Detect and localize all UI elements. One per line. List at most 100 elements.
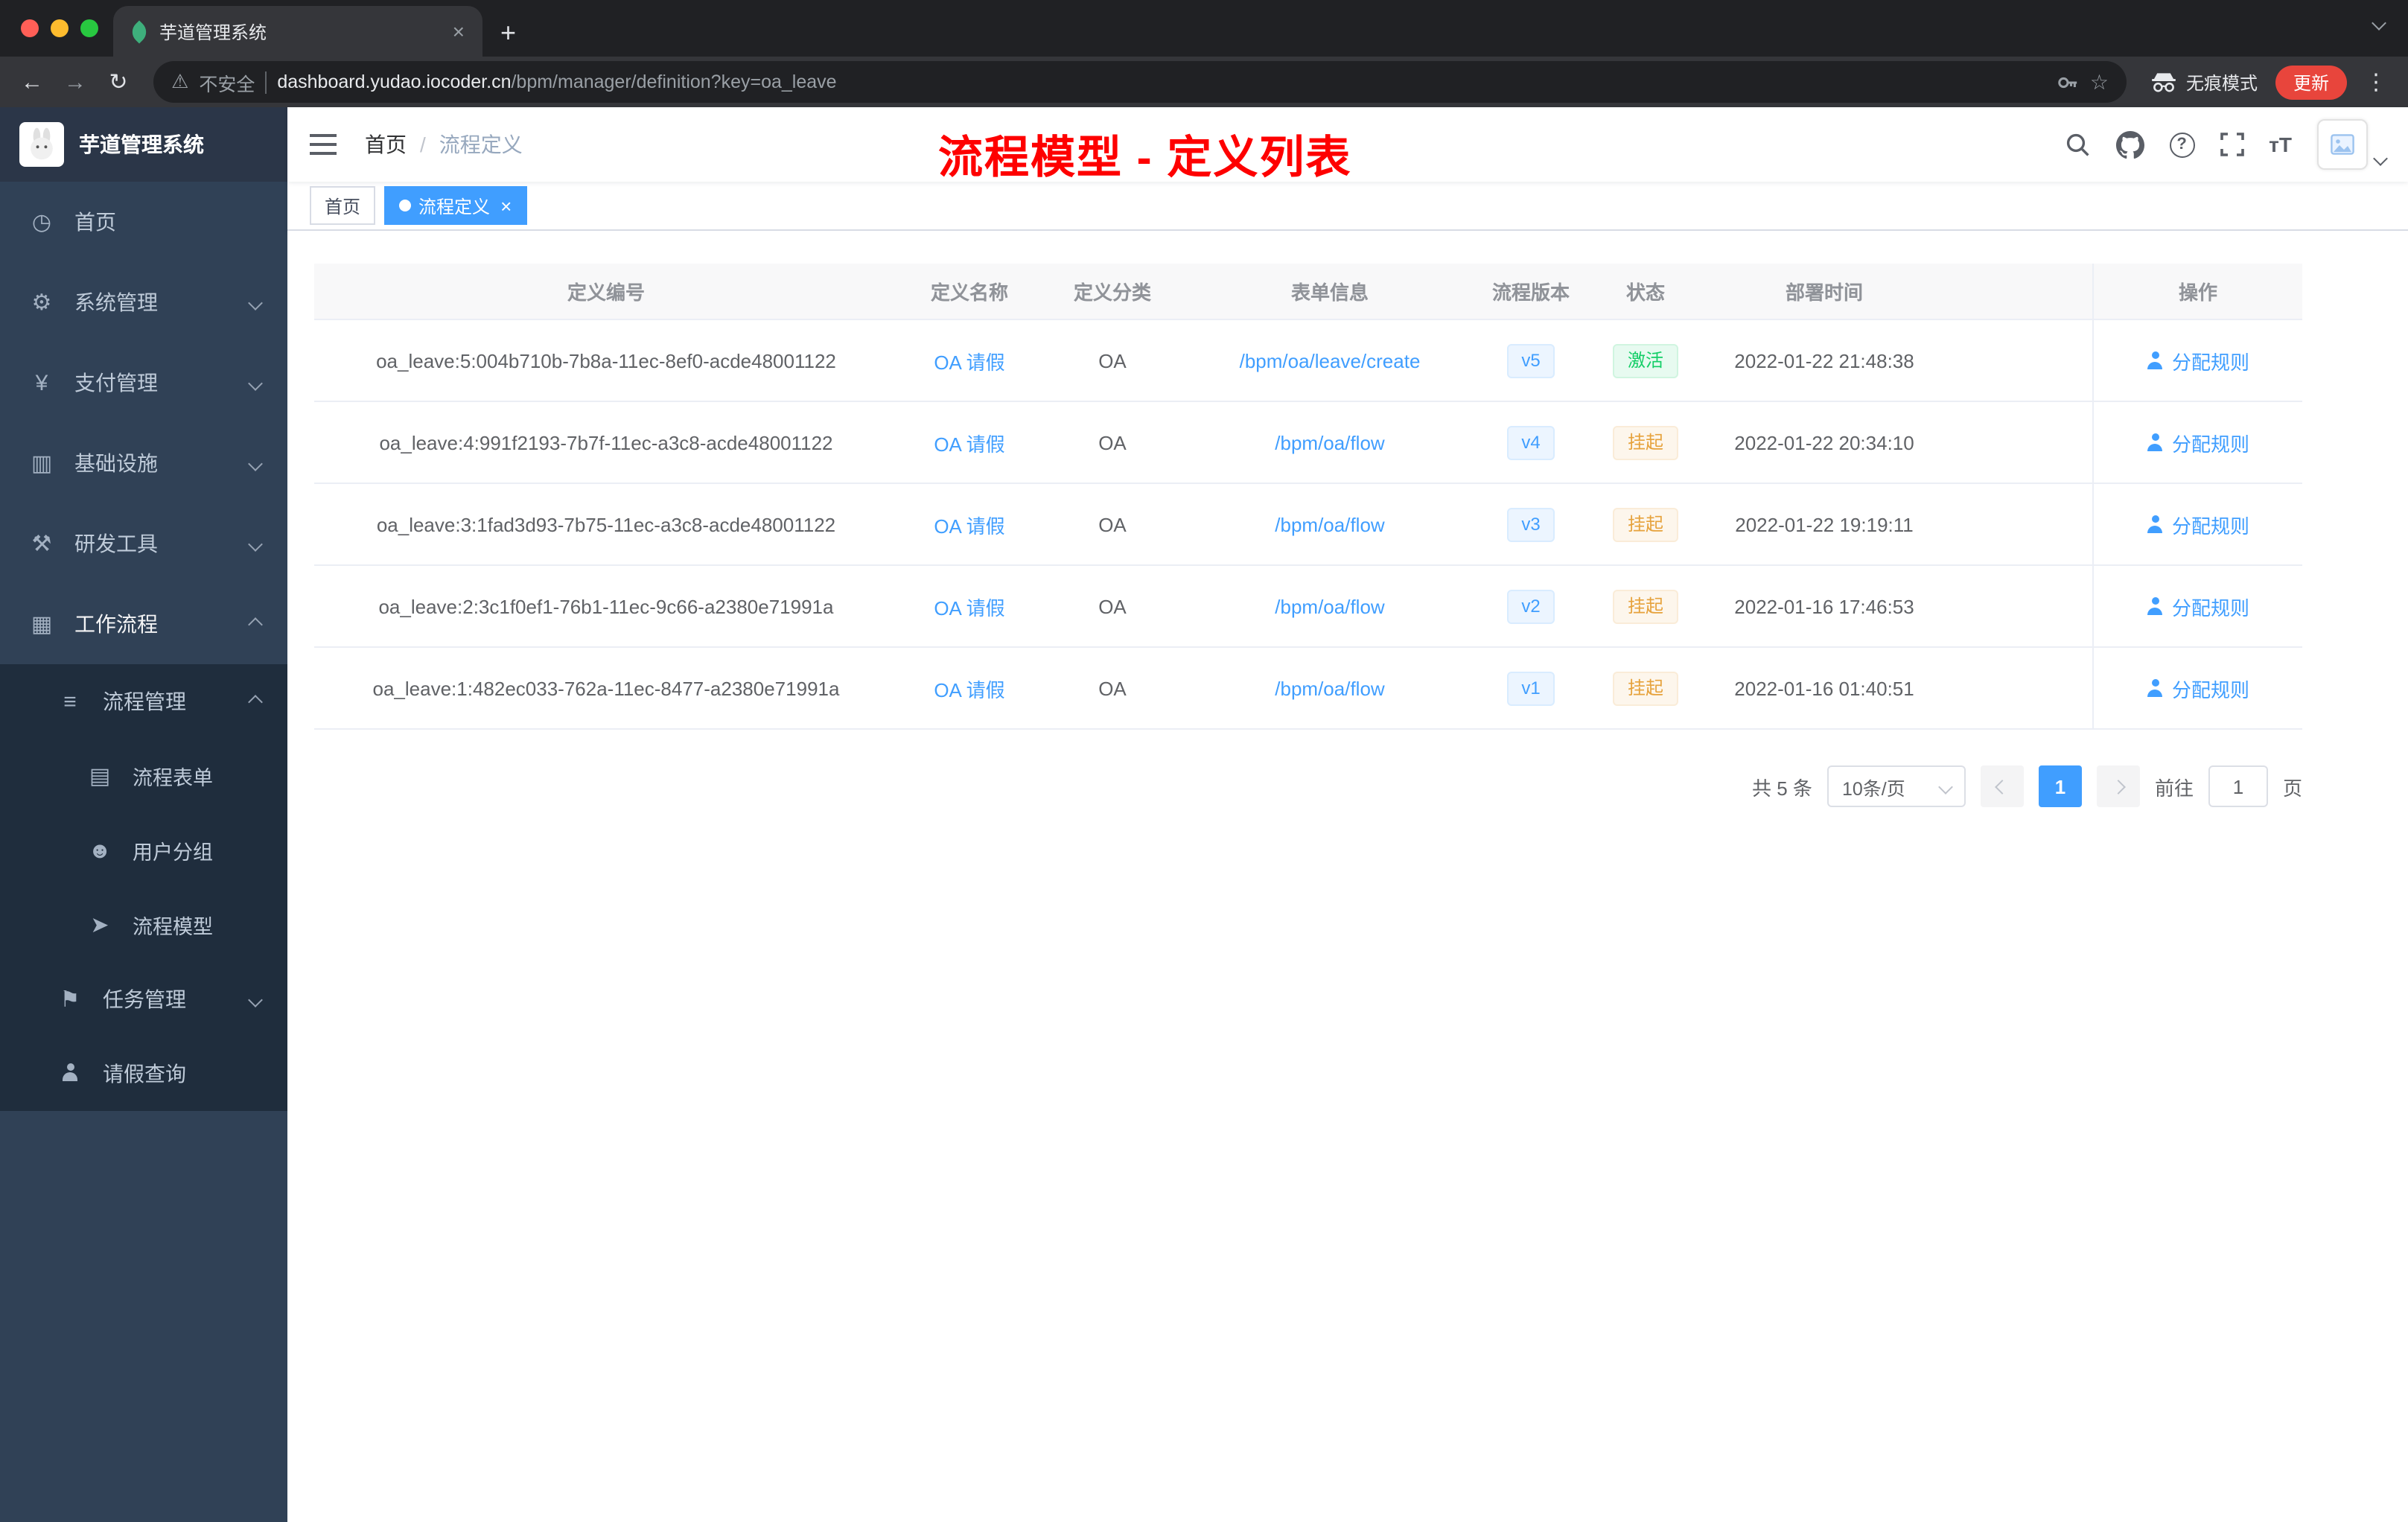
sidebar-item-task-management[interactable]: ⚑ 任务管理: [0, 962, 287, 1037]
tag-home[interactable]: 首页: [310, 186, 376, 225]
tag-label: 首页: [325, 196, 361, 217]
goto-page-input[interactable]: [2208, 765, 2268, 807]
definition-table: 定义编号 定义名称 定义分类 表单信息 流程版本 状态 部署时间 操作 oa_l…: [314, 264, 2302, 730]
breadcrumb-home[interactable]: 首页: [365, 130, 407, 159]
cell-spacer: [1943, 566, 2092, 646]
sidebar-item-devtools[interactable]: ⚒ 研发工具: [0, 503, 287, 584]
browser-tab[interactable]: 芋道管理系统 ×: [113, 6, 482, 57]
user-menu[interactable]: [2317, 119, 2388, 170]
sidebar-item-workflow[interactable]: ▦ 工作流程: [0, 584, 287, 664]
next-page-button[interactable]: [2096, 765, 2140, 807]
definition-name-link[interactable]: OA 请假: [934, 428, 1004, 456]
cell-actions: 分配规则: [2092, 484, 2302, 564]
definition-name-link[interactable]: OA 请假: [934, 510, 1004, 538]
sidebar-item-user-group[interactable]: ☻ 用户分组: [0, 813, 287, 888]
browser-tab-bar: 芋道管理系统 × +: [0, 0, 2408, 57]
fullscreen-icon[interactable]: [2220, 133, 2243, 156]
tools-icon: ⚒: [31, 532, 52, 557]
github-icon[interactable]: [2115, 130, 2144, 159]
sidebar-item-label: 任务管理: [103, 987, 186, 1011]
back-button[interactable]: ←: [12, 62, 52, 102]
form-link[interactable]: /bpm/oa/flow: [1275, 431, 1384, 453]
user-group-icon: ☻: [88, 838, 112, 863]
assign-rule-label: 分配规则: [2171, 678, 2249, 701]
form-link[interactable]: /bpm/oa/flow: [1275, 677, 1384, 699]
cell-form-info: /bpm/oa/flow: [1184, 648, 1476, 728]
prev-page-button[interactable]: [1980, 765, 2024, 807]
key-icon[interactable]: [2057, 71, 2080, 93]
paper-plane-icon: ➤: [90, 913, 109, 938]
search-icon[interactable]: [2063, 131, 2090, 158]
sidebar-item-infrastructure[interactable]: ▥ 基础设施: [0, 423, 287, 503]
cell-definition-name: OA 请假: [898, 648, 1041, 728]
person-icon: [57, 1061, 83, 1086]
cell-actions: 分配规则: [2092, 402, 2302, 483]
sidebar-item-leave-query[interactable]: 请假查询: [0, 1037, 287, 1111]
form-link[interactable]: /bpm/oa/flow: [1275, 513, 1384, 535]
chevron-up-icon: [248, 694, 263, 709]
bookmark-star-icon[interactable]: ☆: [2090, 69, 2109, 95]
tab-search-chevron-icon[interactable]: [2372, 9, 2386, 36]
address-bar[interactable]: ⚠ 不安全 dashboard.yudao.iocoder.cn/bpm/man…: [153, 61, 2127, 103]
url-host: dashboard.yudao.iocoder.cn: [277, 71, 512, 92]
tag-label: 流程定义: [418, 196, 491, 217]
assign-rule-link[interactable]: 分配规则: [2147, 346, 2249, 375]
definition-name-link[interactable]: OA 请假: [934, 674, 1004, 702]
cell-status: 挂起: [1586, 566, 1705, 646]
avatar[interactable]: [2317, 119, 2368, 170]
definition-name-link[interactable]: OA 请假: [934, 592, 1004, 620]
breadcrumb-current: 流程定义: [439, 133, 523, 156]
not-secure-label[interactable]: 不安全: [199, 68, 255, 96]
cell-version: v2: [1476, 566, 1586, 646]
update-button[interactable]: 更新: [2275, 65, 2347, 99]
cell-definition-id: oa_leave:1:482ec033-762a-11ec-8477-a2380…: [372, 677, 840, 699]
sidebar-item-system[interactable]: ⚙ 系统管理: [0, 262, 287, 343]
assign-rule-link[interactable]: 分配规则: [2147, 674, 2249, 702]
form-link[interactable]: /bpm/oa/leave/create: [1240, 349, 1421, 372]
version-badge: v1: [1506, 671, 1555, 705]
assign-rule-link[interactable]: 分配规则: [2147, 592, 2249, 620]
sidebar-item-process-model[interactable]: ➤ 流程模型: [0, 888, 287, 962]
reload-button[interactable]: ↻: [98, 62, 138, 102]
dashboard-icon: ◷: [31, 210, 52, 235]
definition-name-link[interactable]: OA 请假: [934, 346, 1004, 375]
assign-rule-link[interactable]: 分配规则: [2147, 428, 2249, 456]
table-row: oa_leave:3:1fad3d93-7b75-11ec-a3c8-acde4…: [314, 484, 2302, 566]
sidebar-item-process-form[interactable]: ▤ 流程表单: [0, 739, 287, 813]
font-size-icon[interactable]: тT: [2269, 133, 2292, 156]
close-window-button[interactable]: [21, 19, 39, 37]
sidebar-item-process-management[interactable]: ≡ 流程管理: [0, 664, 287, 739]
sidebar-item-home[interactable]: ◷ 首页: [0, 182, 287, 262]
sidebar-item-label: 流程模型: [133, 916, 213, 938]
assign-rule-label: 分配规则: [2171, 351, 2249, 373]
forward-button[interactable]: →: [55, 62, 95, 102]
sidebar-item-payment[interactable]: ¥ 支付管理: [0, 343, 287, 423]
incognito-icon: [2151, 73, 2176, 92]
cell-form-info: /bpm/oa/flow: [1184, 566, 1476, 646]
minimize-window-button[interactable]: [51, 19, 69, 37]
sidebar-toggle-icon[interactable]: [310, 133, 340, 156]
sidebar-logo[interactable]: 芋道管理系统: [0, 107, 287, 182]
new-tab-button[interactable]: +: [500, 19, 516, 46]
browser-window: 芋道管理系统 × + ← → ↻ ⚠ 不安全 dashboard.yudao.i…: [0, 0, 2408, 1522]
cell-deploy-time: 2022-01-22 21:48:38: [1734, 349, 1914, 372]
cell-status: 激活: [1586, 320, 1705, 401]
cell-definition-id: oa_leave:4:991f2193-7b7f-11ec-a3c8-acde4…: [379, 431, 833, 453]
chevron-down-icon: [248, 375, 263, 390]
tab-close-icon[interactable]: ×: [453, 19, 465, 43]
page-size-select[interactable]: 10条/页: [1826, 765, 1966, 807]
zoom-window-button[interactable]: [80, 19, 98, 37]
help-icon[interactable]: ?: [2169, 132, 2195, 157]
form-link[interactable]: /bpm/oa/flow: [1275, 595, 1384, 617]
cell-version: v1: [1476, 648, 1586, 728]
sidebar-item-label: 用户分组: [133, 841, 213, 864]
col-deploy-time: 部署时间: [1785, 281, 1863, 304]
cell-definition-name: OA 请假: [898, 320, 1041, 401]
tag-close-icon[interactable]: ×: [500, 196, 512, 215]
browser-menu-icon[interactable]: ⋮: [2365, 69, 2387, 95]
assign-rule-link[interactable]: 分配规则: [2147, 510, 2249, 538]
tag-process-definition[interactable]: 流程定义 ×: [384, 186, 527, 225]
page-number-button[interactable]: 1: [2038, 765, 2082, 807]
cell-form-info: /bpm/oa/leave/create: [1184, 320, 1476, 401]
incognito-badge: 无痕模式: [2150, 69, 2258, 95]
